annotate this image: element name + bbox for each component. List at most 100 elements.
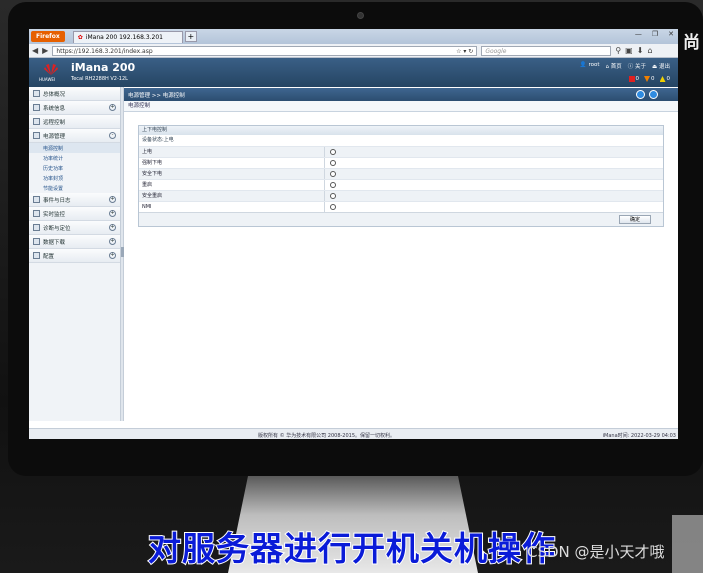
- system-time: iMana时间: 2022-03-29 04:03: [602, 433, 676, 439]
- sidebar-subitem-power-capping[interactable]: 功率封顶: [29, 173, 120, 183]
- sidebar-item-system-info[interactable]: 系统信息 +: [29, 101, 120, 115]
- configuration-icon: [33, 252, 40, 259]
- page-footer: 版权所有 © 华为技术有限公司 2008-2015。保留一切权利。 iMana时…: [29, 428, 678, 439]
- overview-icon: [33, 90, 40, 97]
- sidebar-subitem-power-history[interactable]: 历史功率: [29, 163, 120, 173]
- product-name: iMana 200: [71, 61, 136, 74]
- expand-icon[interactable]: +: [109, 196, 116, 203]
- favicon-icon: ✿: [77, 33, 83, 41]
- radio-button[interactable]: [330, 171, 336, 177]
- radio-button[interactable]: [330, 160, 336, 166]
- sidebar-item-overview[interactable]: 总体概况: [29, 87, 120, 101]
- power-management-icon: [33, 132, 40, 139]
- user-link[interactable]: 👤 root: [580, 62, 600, 70]
- options-list: 上电 强制下电 安全下电 重启 安全重启 NMI: [139, 146, 663, 212]
- close-icon[interactable]: ✕: [668, 30, 674, 38]
- bookmark-star-icon[interactable]: ☆ ▾ ↻: [456, 47, 473, 55]
- expand-icon[interactable]: +: [109, 224, 116, 231]
- sidebar: 总体概况 系统信息 + 远程控制 电源管理 - 电源控制 功率统计 历史功率 功率封…: [29, 87, 121, 421]
- new-tab-button[interactable]: +: [184, 31, 197, 42]
- huawei-logo-icon: [44, 64, 58, 75]
- option-force-off[interactable]: 强制下电: [139, 157, 663, 168]
- radio-button[interactable]: [330, 193, 336, 199]
- background-object: [672, 515, 703, 573]
- copyright-text: 版权所有 © 华为技术有限公司 2008-2015。保留一切权利。: [258, 433, 396, 439]
- bookmarks-icon[interactable]: ▣: [625, 46, 633, 55]
- navigation-bar: ◀ ▶ https://192.168.3.201/index.asp ☆ ▾ …: [29, 44, 678, 58]
- expand-icon[interactable]: +: [109, 210, 116, 217]
- sidebar-item-events-logs[interactable]: 事件与日志 +: [29, 193, 120, 207]
- watermark: CSDN @是小天才哦: [527, 543, 665, 561]
- monitoring-icon: [33, 210, 40, 217]
- critical-alert-icon: [628, 76, 635, 82]
- tab-title: iMana 200 192.168.3.201: [85, 33, 163, 41]
- minor-alert[interactable]: 0: [659, 76, 670, 82]
- radio-button[interactable]: [330, 204, 336, 210]
- app-header: HUAWEI iMana 200 Tecal RH2288H V2-12L 👤 …: [29, 58, 678, 87]
- radio-button[interactable]: [330, 149, 336, 155]
- confirm-button[interactable]: 确定: [619, 215, 651, 224]
- collapse-icon[interactable]: -: [109, 132, 116, 139]
- page-title: 电源控制: [124, 101, 678, 112]
- minimize-icon[interactable]: —: [635, 30, 642, 38]
- sidebar-subitem-power-stats[interactable]: 功率统计: [29, 153, 120, 163]
- sidebar-item-data-download[interactable]: 数据下载 +: [29, 235, 120, 249]
- breadcrumb-actions: [636, 90, 658, 99]
- system-info-icon: [33, 104, 40, 111]
- option-power-on[interactable]: 上电: [139, 146, 663, 157]
- power-control-panel: 上下电控制 设备状态:上电 上电 强制下电 安全下电 重启 安全重启 NMI 确…: [138, 125, 664, 227]
- sidebar-subitem-power-control[interactable]: 电源控制: [29, 143, 120, 153]
- alert-counters: 0 0 0: [628, 76, 670, 82]
- home-icon[interactable]: ⌂: [647, 46, 652, 55]
- sidebar-item-remote-control[interactable]: 远程控制: [29, 115, 120, 129]
- browser-tab[interactable]: ✿ iMana 200 192.168.3.201: [72, 30, 183, 43]
- app-body: 总体概况 系统信息 + 远程控制 电源管理 - 电源控制 功率统计 历史功率 功率封…: [29, 87, 678, 421]
- search-input[interactable]: Google: [481, 45, 612, 56]
- logout-link[interactable]: ⏏ 退出: [652, 62, 670, 70]
- breadcrumb-text: 电源管理 >> 电源控制: [128, 92, 185, 99]
- home-link[interactable]: ⌂ 首页: [606, 62, 622, 70]
- side-text: 尚: [683, 33, 700, 53]
- about-link[interactable]: ⓘ 关于: [628, 62, 646, 70]
- major-alert[interactable]: 0: [644, 76, 655, 82]
- events-icon: [33, 196, 40, 203]
- radio-button[interactable]: [330, 182, 336, 188]
- minor-alert-icon: [659, 76, 666, 82]
- download-icon[interactable]: ⬇: [637, 46, 644, 55]
- sidebar-item-diagnostics[interactable]: 诊断与定位 +: [29, 221, 120, 235]
- address-bar[interactable]: https://192.168.3.201/index.asp ☆ ▾ ↻: [52, 45, 478, 56]
- browser-window: Firefox ✿ iMana 200 192.168.3.201 + — ❐ …: [29, 29, 678, 439]
- option-restart[interactable]: 重启: [139, 179, 663, 190]
- option-safe-restart[interactable]: 安全重启: [139, 190, 663, 201]
- sidebar-item-configuration[interactable]: 配置 +: [29, 249, 120, 263]
- expand-icon[interactable]: +: [109, 252, 116, 259]
- sidebar-item-power-management[interactable]: 电源管理 -: [29, 129, 120, 143]
- help-icon[interactable]: [649, 90, 658, 99]
- critical-alert[interactable]: 0: [628, 76, 639, 82]
- option-nmi[interactable]: NMI: [139, 201, 663, 212]
- forward-icon[interactable]: ▶: [42, 46, 48, 55]
- sidebar-subitem-energy-saving[interactable]: 节能设置: [29, 183, 120, 193]
- header-links: 👤 root ⌂ 首页 ⓘ 关于 ⏏ 退出: [580, 62, 670, 70]
- back-icon[interactable]: ◀: [32, 46, 38, 55]
- panel-title: 上下电控制: [139, 126, 663, 135]
- option-safe-off[interactable]: 安全下电: [139, 168, 663, 179]
- expand-icon[interactable]: +: [109, 104, 116, 111]
- browser-titlebar: Firefox ✿ iMana 200 192.168.3.201 + — ❐ …: [29, 29, 678, 44]
- panel-footer: 确定: [139, 212, 663, 226]
- remote-control-icon: [33, 118, 40, 125]
- major-alert-icon: [644, 76, 650, 82]
- window-controls: — ❐ ✕: [635, 30, 674, 38]
- sidebar-item-monitoring[interactable]: 实时监控 +: [29, 207, 120, 221]
- logo-text: HUAWEI: [39, 77, 56, 82]
- video-caption: 对服务器进行开机关机操作: [147, 528, 556, 569]
- firefox-menu-button[interactable]: Firefox: [31, 31, 65, 42]
- search-icon[interactable]: ⚲: [615, 46, 621, 55]
- photo-stage: 尚 Firefox ✿ iMana 200 192.168.3.201 + — …: [0, 0, 703, 573]
- download-data-icon: [33, 238, 40, 245]
- breadcrumb: 电源管理 >> 电源控制: [124, 88, 678, 101]
- device-status: 设备状态:上电: [139, 135, 663, 146]
- refresh-icon[interactable]: [636, 90, 645, 99]
- expand-icon[interactable]: +: [109, 238, 116, 245]
- maximize-icon[interactable]: ❐: [652, 30, 658, 38]
